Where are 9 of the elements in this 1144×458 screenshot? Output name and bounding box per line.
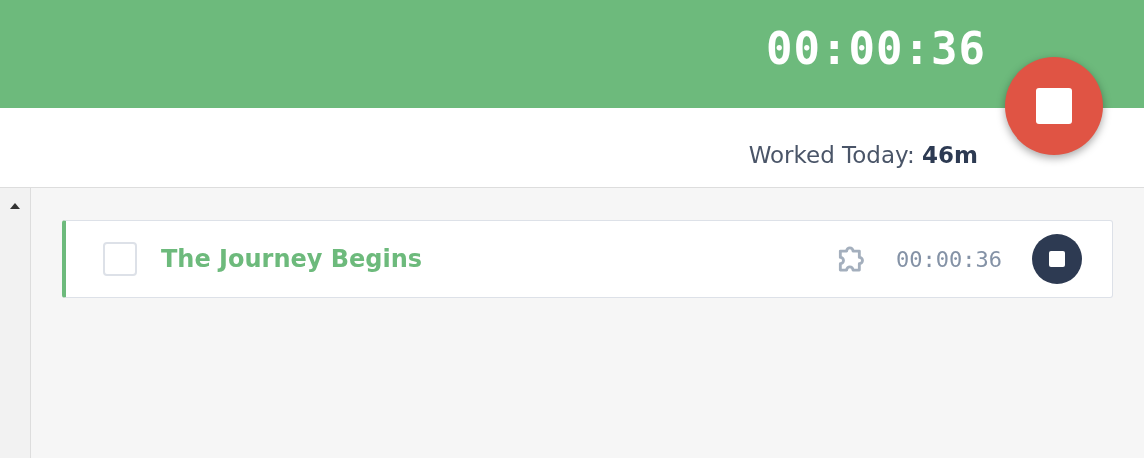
- scroll-up-icon[interactable]: [9, 202, 21, 210]
- task-time: 00:00:36: [896, 246, 1002, 272]
- checkbox[interactable]: [103, 242, 137, 276]
- stop-icon: [1049, 251, 1065, 267]
- worked-today: Worked Today: 46m: [748, 141, 978, 168]
- stop-icon: [1036, 88, 1072, 124]
- task-title[interactable]: The Journey Begins: [161, 245, 835, 273]
- stop-button[interactable]: [1032, 234, 1082, 284]
- timer: 00:00:36: [766, 22, 986, 74]
